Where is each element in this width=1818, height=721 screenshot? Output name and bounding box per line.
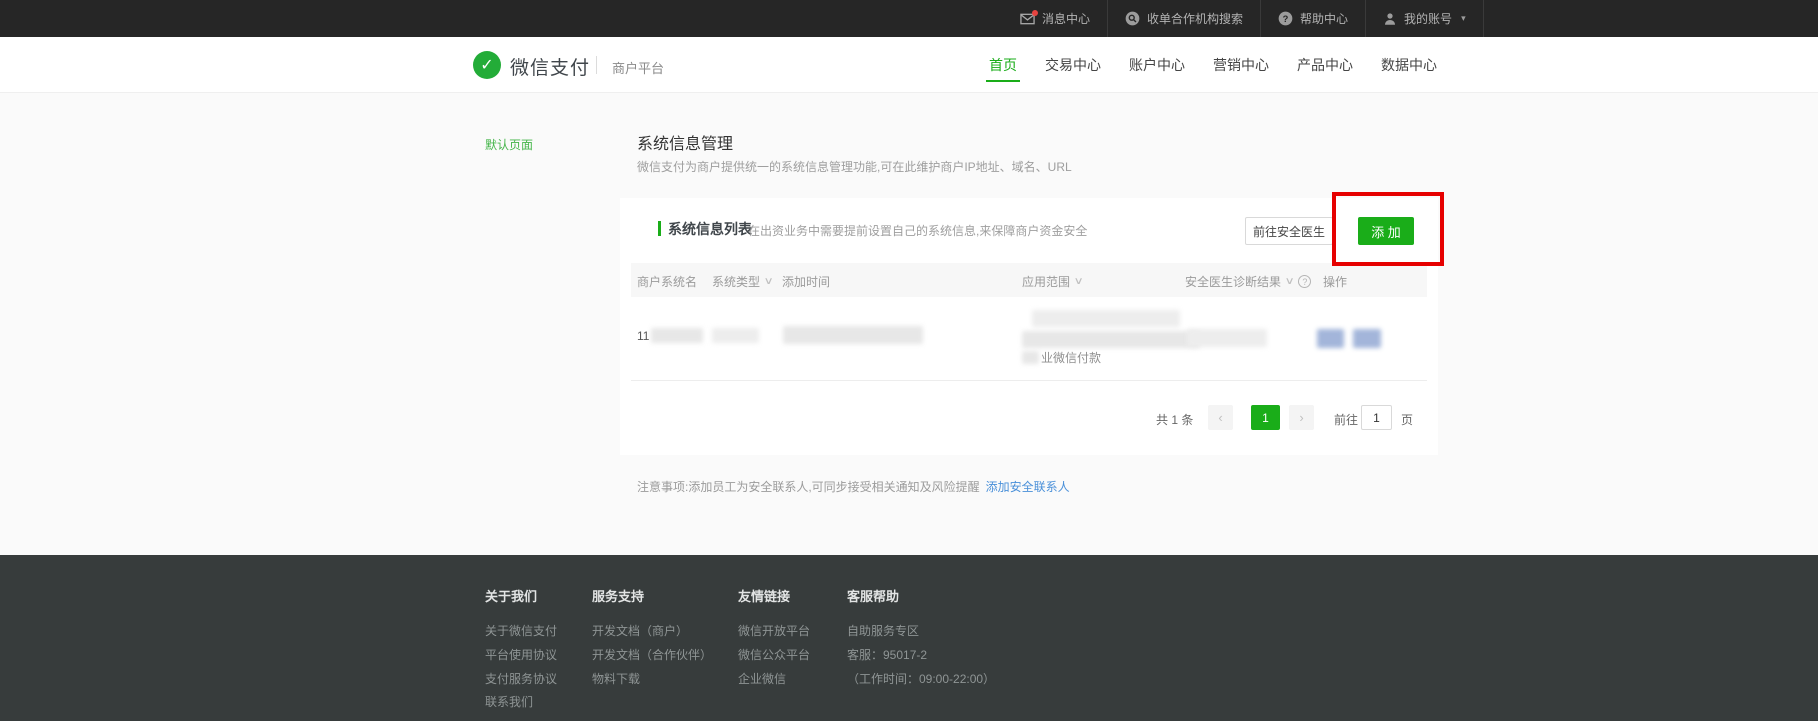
nav-marketing-center[interactable]: 营销中心: [1213, 37, 1269, 93]
user-icon: [1383, 12, 1397, 26]
page-unit-label: 页: [1401, 411, 1413, 428]
question-circle-icon: ?: [1278, 11, 1293, 26]
footer: 关于我们 关于微信支付 平台使用协议 支付服务协议 联系我们 服务支持 开发文档…: [0, 555, 1818, 721]
footer-link[interactable]: 支付服务协议: [485, 670, 557, 687]
nav-data-center[interactable]: 数据中心: [1381, 37, 1437, 93]
footer-link[interactable]: 微信开放平台: [738, 622, 810, 639]
footer-link[interactable]: 开发文档（合作伙伴）: [592, 646, 712, 663]
nav-account-center[interactable]: 账户中心: [1129, 37, 1185, 93]
panel-subtitle: 在出资业务中需要提前设置自己的系统信息,来保障商户资金安全: [748, 222, 1087, 239]
footer-link[interactable]: 联系我们: [485, 693, 533, 710]
message-center-item[interactable]: 消息中心: [1003, 0, 1107, 37]
system-name-visible-text: 11: [637, 329, 649, 343]
goto-label: 前往: [1334, 411, 1358, 428]
footer-link[interactable]: 平台使用协议: [485, 646, 557, 663]
add-button[interactable]: 添 加: [1358, 217, 1414, 245]
nav-product-center[interactable]: 产品中心: [1297, 37, 1353, 93]
footer-link[interactable]: 物料下载: [592, 670, 640, 687]
col-system-type-filter[interactable]: 系统类型∨: [712, 273, 772, 290]
col-system-name: 商户系统名: [637, 273, 697, 290]
wechat-pay-logo-icon[interactable]: ✓: [473, 51, 501, 79]
platform-label: 商户平台: [612, 58, 664, 77]
redacted-scope-line2: [1022, 331, 1200, 348]
page-title: 系统信息管理: [637, 130, 733, 154]
col-actions: 操作: [1323, 273, 1347, 290]
redacted-action-link-1[interactable]: [1317, 329, 1344, 348]
col-diagnosis-filter[interactable]: 安全医生诊断结果∨?: [1185, 273, 1311, 290]
scope-visible-text: 业微信付款: [1041, 349, 1101, 366]
prev-page-button[interactable]: ‹: [1208, 405, 1233, 430]
redacted-action-link-2[interactable]: [1353, 329, 1381, 348]
chevron-down-icon: ∨: [1074, 276, 1084, 287]
col-scope-filter[interactable]: 应用范围∨: [1022, 273, 1082, 290]
logo-check-glyph: ✓: [480, 55, 493, 75]
footer-col-title: 客服帮助: [847, 586, 899, 605]
footer-col-title: 友情链接: [738, 586, 790, 605]
search-circle-icon: [1125, 11, 1140, 26]
header: ✓ 微信支付 商户平台 首页 交易中心 账户中心 营销中心 产品中心 数据中心: [0, 37, 1818, 93]
panel-title: 系统信息列表: [668, 219, 752, 239]
chevron-down-icon: ∨: [1285, 276, 1295, 287]
notice-text: 注意事项:添加员工为安全联系人,可同步接受相关通知及风险提醒: [637, 480, 980, 494]
acquirer-search-item[interactable]: 收单合作机构搜索: [1108, 0, 1260, 37]
chevron-down-icon: ▾: [1461, 13, 1466, 24]
my-account-item[interactable]: 我的账号 ▾: [1366, 0, 1483, 37]
mail-icon: [1020, 13, 1035, 25]
col-add-time: 添加时间: [782, 273, 830, 290]
row-divider: [631, 380, 1427, 381]
notice-row: 注意事项:添加员工为安全联系人,可同步接受相关通知及风险提醒添加安全联系人: [637, 478, 1070, 495]
footer-col-title: 服务支持: [592, 586, 644, 605]
pagination-total: 共 1 条: [1156, 411, 1193, 428]
topbar-menu: 消息中心 收单合作机构搜索 ? 帮助中心 我的账号 ▾: [1003, 0, 1484, 37]
panel-accent-bar: [658, 221, 661, 236]
footer-link: 客服：95017-2: [847, 646, 927, 663]
topbar-divider: [1483, 0, 1484, 37]
system-info-panel: 系统信息列表 在出资业务中需要提前设置自己的系统信息,来保障商户资金安全 前往安…: [620, 198, 1438, 455]
footer-link[interactable]: 开发文档（商户）: [592, 622, 688, 639]
redacted-diagnosis: [1187, 329, 1267, 347]
footer-link[interactable]: 关于微信支付: [485, 622, 557, 639]
footer-col-title: 关于我们: [485, 586, 537, 605]
help-center-label: 帮助中心: [1300, 10, 1348, 27]
unread-badge: [1032, 10, 1038, 16]
acquirer-search-label: 收单合作机构搜索: [1147, 10, 1243, 27]
footer-link: （工作时间：09:00-22:00）: [847, 670, 995, 687]
help-center-item[interactable]: ? 帮助中心: [1261, 0, 1365, 37]
redacted-add-time: [783, 326, 923, 344]
brand-divider: [596, 56, 597, 74]
svg-text:?: ?: [1283, 14, 1289, 24]
nav-home[interactable]: 首页: [989, 37, 1017, 93]
redacted-system-name: [651, 328, 703, 343]
page-description: 微信支付为商户提供统一的系统信息管理功能,可在此维护商户IP地址、域名、URL: [637, 158, 1072, 175]
footer-link[interactable]: 微信公众平台: [738, 646, 810, 663]
security-doctor-button[interactable]: 前往安全医生: [1245, 217, 1333, 245]
chevron-down-icon: ∨: [764, 276, 774, 287]
footer-link[interactable]: 企业微信: [738, 670, 786, 687]
redacted-system-type: [712, 328, 759, 343]
redacted-scope-line3: [1022, 351, 1039, 364]
diagnosis-help-icon[interactable]: ?: [1298, 275, 1311, 288]
footer-link[interactable]: 自助服务专区: [847, 622, 919, 639]
add-security-contact-link[interactable]: 添加安全联系人: [986, 480, 1070, 494]
main-nav: 首页 交易中心 账户中心 营销中心 产品中心 数据中心: [989, 37, 1437, 93]
next-page-button[interactable]: ›: [1289, 405, 1314, 430]
my-account-label: 我的账号: [1404, 10, 1452, 27]
message-center-label: 消息中心: [1042, 10, 1090, 27]
nav-transaction-center[interactable]: 交易中心: [1045, 37, 1101, 93]
goto-page-input[interactable]: [1361, 405, 1392, 430]
brand-title: 微信支付: [510, 53, 590, 80]
topbar: 消息中心 收单合作机构搜索 ? 帮助中心 我的账号 ▾: [0, 0, 1818, 37]
redacted-scope-line1: [1032, 310, 1180, 327]
current-page-button[interactable]: 1: [1251, 405, 1280, 430]
sidebar-item-default-page[interactable]: 默认页面: [485, 136, 533, 153]
